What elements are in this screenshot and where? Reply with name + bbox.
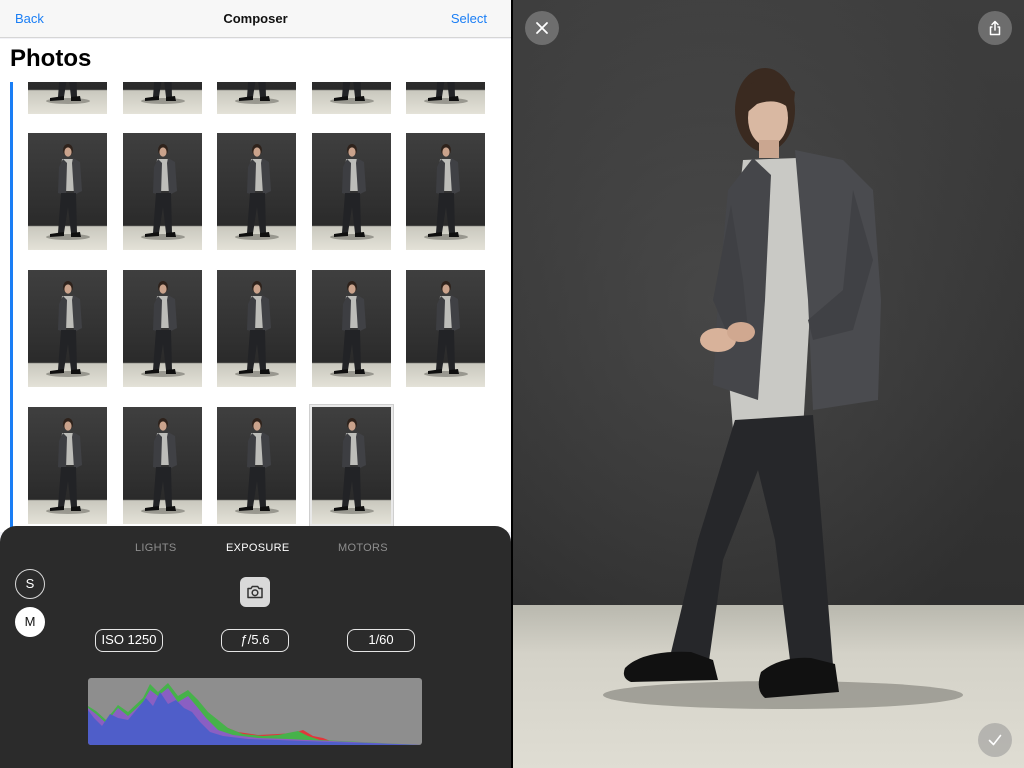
photo-grid <box>0 82 511 532</box>
histogram <box>88 678 422 745</box>
tab-motors[interactable]: MOTORS <box>338 542 388 554</box>
close-icon <box>536 22 548 34</box>
capture-button[interactable] <box>240 577 270 607</box>
photo-thumbnail[interactable] <box>406 82 485 114</box>
page-title: Photos <box>10 45 92 72</box>
scroll-indicator[interactable] <box>10 82 13 532</box>
photo-thumbnail[interactable] <box>28 82 107 114</box>
photo-browser-pane: Back Composer Select Photos LIGHTS EXPOS… <box>0 0 511 768</box>
tab-lights[interactable]: LIGHTS <box>135 542 177 554</box>
close-button[interactable] <box>525 11 559 45</box>
photos-header: Photos <box>0 39 511 82</box>
photo-thumbnail[interactable] <box>123 133 202 250</box>
photo-thumbnail[interactable] <box>217 407 296 524</box>
aperture-value-button[interactable]: ƒ/5.6 <box>221 629 289 652</box>
photo-thumbnail[interactable] <box>28 407 107 524</box>
photo-thumbnail[interactable] <box>312 133 391 250</box>
photo-thumbnail[interactable] <box>28 133 107 250</box>
checkmark-icon <box>988 734 1002 746</box>
confirm-button[interactable] <box>978 723 1012 757</box>
photo-thumbnail[interactable] <box>28 270 107 387</box>
camera-icon <box>247 585 263 599</box>
photo-thumbnail[interactable] <box>217 133 296 250</box>
photo-thumbnail[interactable] <box>406 133 485 250</box>
photo-viewer <box>513 0 1024 768</box>
mode-m-button[interactable]: M <box>15 607 45 637</box>
photo-thumbnail[interactable] <box>310 405 393 526</box>
histogram-graph <box>88 683 422 745</box>
navigation-bar: Back Composer Select <box>0 0 511 38</box>
photo-thumbnail[interactable] <box>123 407 202 524</box>
photo-thumbnail[interactable] <box>217 270 296 387</box>
large-photo <box>603 68 963 709</box>
nav-title: Composer <box>223 11 288 26</box>
photo-thumbnail[interactable] <box>123 270 202 387</box>
mode-s-button[interactable]: S <box>15 569 45 599</box>
shutter-speed-button[interactable]: 1/60 <box>347 629 415 652</box>
share-icon <box>989 20 1001 36</box>
photo-thumbnail[interactable] <box>312 82 391 114</box>
photo-thumbnail[interactable] <box>123 82 202 114</box>
iso-value-button[interactable]: ISO 1250 <box>95 629 163 652</box>
photo-thumbnail[interactable] <box>406 270 485 387</box>
photo-thumbnail[interactable] <box>312 270 391 387</box>
exposure-control-panel: LIGHTS EXPOSURE MOTORS S M ISO 1250 ƒ/5.… <box>0 526 511 768</box>
select-button[interactable]: Select <box>451 11 487 26</box>
photo-thumbnail[interactable] <box>217 82 296 114</box>
share-button[interactable] <box>978 11 1012 45</box>
tab-exposure[interactable]: EXPOSURE <box>226 542 290 554</box>
